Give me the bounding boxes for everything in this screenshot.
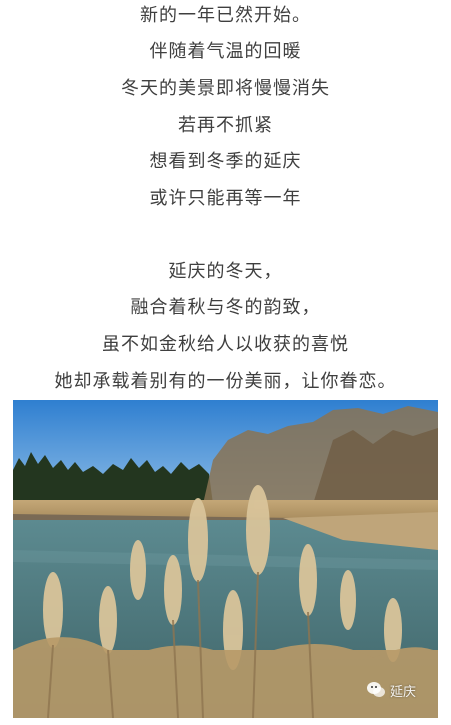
poem-line: 融合着秋与冬的韵致， [130,297,321,318]
watermark: 延庆 [366,680,416,700]
poem-line: 冬天的美景即将慢慢消失 [121,78,330,99]
poem-line: 想看到冬季的延庆 [149,151,302,172]
poem-line: 虽不如金秋给人以收获的喜悦 [102,334,349,355]
poem-line: 她却承载着别有的一份美丽，让你眷恋。 [54,371,397,392]
wechat-icon [366,682,385,697]
poem-line: 延庆的冬天， [168,261,283,282]
winter-lake-photo: 延庆 [13,400,438,718]
poem-line: 若再不抓紧 [178,115,273,136]
watermark-text: 延庆 [389,684,416,700]
poem-line: 新的一年已然开始。 [140,5,311,26]
poem-line: 或许只能再等一年 [149,188,302,209]
poem-line: 伴随着气温的回暖 [149,41,302,62]
reeds-lake-image [13,400,438,718]
